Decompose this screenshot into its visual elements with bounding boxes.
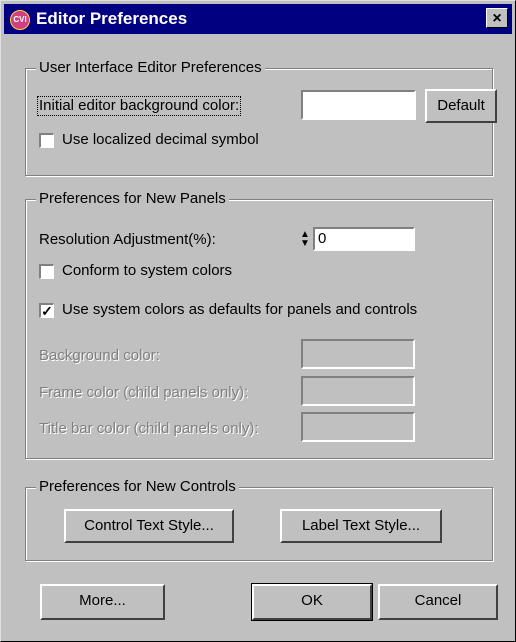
- more-button[interactable]: More...: [40, 584, 165, 620]
- title-bar[interactable]: CVI Editor Preferences ×: [4, 4, 512, 34]
- background-color-label: Background color:: [39, 347, 160, 364]
- title-bar-color-swatch: [301, 412, 415, 442]
- title-bar-color-label: Title bar color (child panels only):: [39, 420, 259, 437]
- group-title: Preferences for New Controls: [36, 478, 239, 496]
- cvi-app-icon: CVI: [10, 10, 30, 30]
- resolution-adjustment-input[interactable]: 0: [313, 227, 415, 251]
- conform-system-colors-label: Conform to system colors: [62, 262, 233, 279]
- localized-decimal-checkbox[interactable]: [39, 133, 54, 148]
- use-system-colors-label: Use system colors as defaults for panels…: [62, 301, 418, 318]
- control-text-style-button[interactable]: Control Text Style...: [64, 509, 234, 543]
- ok-button[interactable]: OK: [251, 583, 373, 621]
- close-button[interactable]: ×: [486, 8, 508, 28]
- resolution-value: 0: [318, 230, 327, 247]
- conform-system-colors-checkbox[interactable]: [39, 264, 54, 279]
- frame-color-label: Frame color (child panels only):: [39, 384, 249, 401]
- localized-decimal-label: Use localized decimal symbol: [62, 131, 259, 148]
- default-button[interactable]: Default: [425, 89, 497, 123]
- background-color-swatch: [301, 339, 415, 369]
- resolution-adjustment-label: Resolution Adjustment(%):: [39, 231, 216, 248]
- ui-editor-preferences-group: User Interface Editor Preferences: [25, 59, 493, 176]
- window-title: Editor Preferences: [36, 9, 188, 28]
- initial-bg-color-swatch[interactable]: [301, 90, 416, 120]
- group-title: Preferences for New Panels: [36, 190, 229, 208]
- initial-bg-color-label: Initial editor background color:: [36, 96, 242, 116]
- checkmark-icon: ✓: [41, 303, 53, 319]
- frame-color-swatch: [301, 376, 415, 406]
- group-title: User Interface Editor Preferences: [36, 59, 265, 77]
- editor-preferences-dialog: CVI Editor Preferences × User Interface …: [0, 0, 516, 642]
- label-text-style-button[interactable]: Label Text Style...: [280, 509, 442, 543]
- cancel-button[interactable]: Cancel: [378, 584, 498, 620]
- use-system-colors-checkbox[interactable]: ✓: [39, 303, 54, 318]
- spin-down-icon[interactable]: ▼: [298, 239, 312, 249]
- resolution-spinner[interactable]: ▲ ▼: [298, 230, 312, 250]
